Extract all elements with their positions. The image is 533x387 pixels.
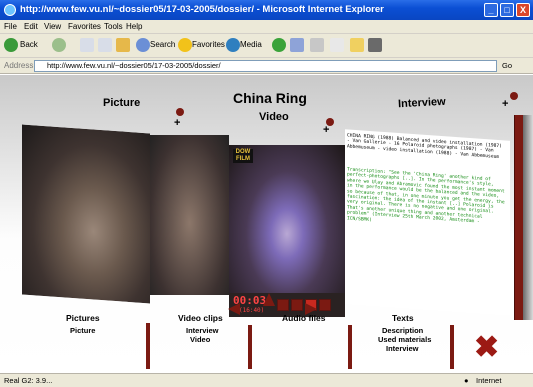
print-icon[interactable] — [310, 38, 324, 52]
menu-edit[interactable]: Edit — [24, 22, 38, 31]
heading-video: Video — [259, 111, 289, 123]
heading-picture: Picture — [103, 97, 141, 109]
nav-texts-interview[interactable]: Interview — [386, 344, 419, 353]
nav-texts-used-materials[interactable]: Used materials — [378, 335, 431, 344]
media-icon[interactable] — [226, 38, 240, 52]
interview-transcription: Transcription: "See the 'China Ring' ano… — [347, 167, 505, 225]
messenger-icon[interactable] — [368, 38, 382, 52]
nav-divider — [248, 325, 252, 369]
video-logo-bottom: FILM — [236, 156, 250, 162]
interview-panel: CHINA RING (1988) Balanced and video ins… — [345, 129, 510, 316]
nav-videoclips-video[interactable]: Video — [190, 335, 210, 344]
favorites-button[interactable]: Favorites — [192, 40, 225, 49]
search-button[interactable]: Search — [150, 40, 175, 49]
video-logo: DOW FILM — [233, 149, 253, 163]
ie-icon — [4, 4, 16, 16]
folder-icon[interactable] — [350, 38, 364, 52]
stop-icon[interactable] — [80, 38, 94, 52]
refresh-icon[interactable] — [98, 38, 112, 52]
status-bar: Real G2: 3.9... ● Internet — [0, 373, 533, 387]
edit-icon[interactable] — [330, 38, 344, 52]
video-logo-top: DOW — [235, 149, 251, 155]
menu-favorites[interactable]: Favorites — [68, 22, 101, 31]
arrow-left-icon[interactable] — [228, 303, 240, 315]
plus-video[interactable]: + — [323, 124, 329, 136]
menu-help[interactable]: Help — [126, 22, 142, 31]
nav-divider — [348, 325, 352, 369]
pin-interview-icon[interactable] — [510, 92, 518, 100]
plus-interview[interactable]: + — [502, 98, 508, 110]
nav-texts-description[interactable]: Description — [382, 326, 423, 335]
title-bar: http://www.few.vu.nl/~dossier05/17-03-20… — [0, 0, 533, 20]
window-title: http://www.few.vu.nl/~dossier05/17-03-20… — [20, 4, 384, 15]
video-duration: (16:40) — [239, 307, 265, 314]
minimize-button[interactable]: _ — [484, 3, 498, 17]
nav-divider — [146, 323, 150, 369]
close-window-button[interactable]: X — [516, 3, 530, 17]
address-bar: Address http://www.few.vu.nl/~dossier05/… — [0, 58, 533, 74]
video-panel[interactable]: DOW FILM — [229, 145, 345, 293]
nav-pictures-heading: Pictures — [66, 313, 100, 323]
history-icon[interactable] — [272, 38, 286, 52]
status-zone: Internet — [476, 376, 502, 385]
interview-header-text: CHINA RING (1988) Balanced and video ins… — [347, 133, 502, 160]
picture-panel[interactable] — [22, 124, 150, 304]
panel-edge — [523, 115, 533, 320]
mail-icon[interactable] — [290, 38, 304, 52]
status-text: Real G2: 3.9... — [4, 376, 53, 385]
nav-audiofiles-heading: Audio files — [282, 313, 326, 323]
picture-photo-extension — [150, 135, 229, 295]
back-icon[interactable] — [4, 38, 18, 52]
nav-texts-heading: Texts — [392, 313, 414, 323]
home-icon[interactable] — [116, 38, 130, 52]
page-title: China Ring — [233, 90, 307, 106]
stop-button[interactable] — [319, 299, 331, 311]
globe-icon: ● — [464, 376, 469, 385]
nav-videoclips-heading: Video clips — [178, 313, 223, 323]
media-button[interactable]: Media — [240, 40, 262, 49]
menu-tools[interactable]: Tools — [104, 22, 123, 31]
pin-picture-icon[interactable] — [176, 108, 184, 116]
menu-view[interactable]: View — [44, 22, 61, 31]
pause-button[interactable] — [291, 299, 303, 311]
nav-divider — [450, 325, 454, 369]
address-input[interactable]: http://www.few.vu.nl/~dossier05/17-03-20… — [34, 60, 497, 72]
go-button[interactable]: Go — [502, 60, 530, 72]
nav-pictures-picture[interactable]: Picture — [70, 326, 95, 335]
favorites-icon[interactable] — [178, 38, 192, 52]
plus-picture[interactable]: + — [174, 117, 180, 129]
interview-scrollbar[interactable] — [514, 115, 523, 320]
maximize-button[interactable]: □ — [500, 3, 514, 17]
close-x-icon[interactable]: ✖ — [474, 333, 499, 363]
heading-interview: Interview — [397, 95, 446, 111]
toolbar: Back Search Favorites Media — [0, 34, 533, 58]
back-button[interactable]: Back — [20, 40, 38, 49]
rewind-button[interactable] — [277, 299, 289, 311]
menu-file[interactable]: File — [4, 22, 17, 31]
page-content: China Ring Picture Video Interview + + +… — [0, 75, 533, 373]
forward-icon[interactable] — [52, 38, 66, 52]
search-icon[interactable] — [136, 38, 150, 52]
menu-bar: File Edit View Favorites Tools Help — [0, 20, 533, 34]
nav-videoclips-interview[interactable]: Interview — [186, 326, 219, 335]
picture-photo — [22, 124, 150, 304]
arrow-up-icon[interactable] — [263, 293, 275, 306]
address-label: Address — [4, 61, 34, 70]
